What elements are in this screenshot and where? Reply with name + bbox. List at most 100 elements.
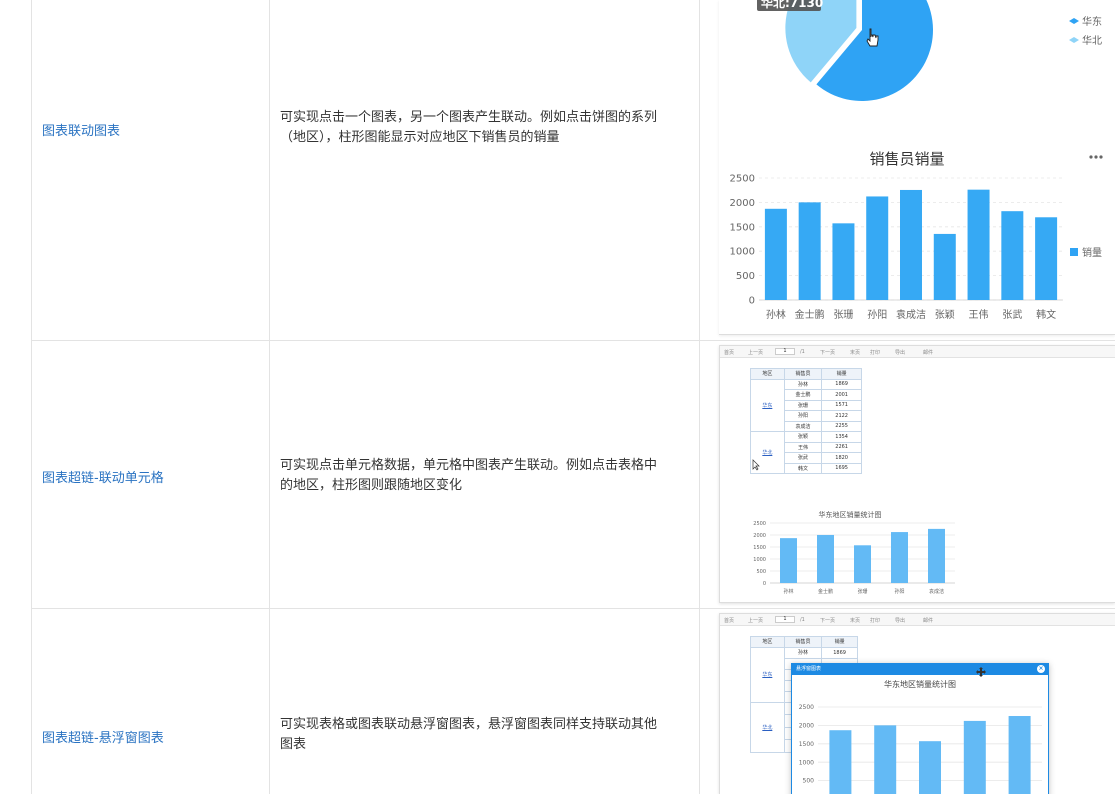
more-dots-icon[interactable] bbox=[1089, 155, 1103, 159]
move-cursor-icon bbox=[976, 667, 986, 677]
mini-chart-title: 华东地区销量统计图 bbox=[819, 510, 882, 519]
row-link-cell-linkage[interactable]: 图表超链-联动单元格 bbox=[42, 467, 164, 486]
bar-张珊[interactable] bbox=[919, 741, 941, 794]
pie-legend: 华东 华北 bbox=[1069, 15, 1102, 47]
toolbar-prev[interactable]: 上一页 bbox=[748, 617, 763, 624]
bar-孙阳[interactable] bbox=[891, 532, 908, 583]
bar-张珊[interactable] bbox=[854, 545, 871, 583]
y-tick-label: 1500 bbox=[799, 741, 814, 748]
desc-line: 可实现表格或图表联动悬浮窗图表，悬浮窗图表同样支持联动其他 bbox=[280, 717, 658, 732]
bar-孙阳[interactable] bbox=[866, 196, 889, 300]
row-link-popup-chart[interactable]: 图表超链-悬浮窗图表 bbox=[42, 727, 164, 746]
y-tick-label: 2500 bbox=[799, 704, 814, 711]
toolbar-print[interactable]: 打印 bbox=[870, 617, 880, 624]
y-tick-label: 500 bbox=[736, 271, 755, 282]
bar-孙林[interactable] bbox=[829, 730, 852, 794]
x-tick-label: 孙林 bbox=[783, 588, 793, 595]
row-divider-1 bbox=[31, 340, 1115, 341]
legend-label-east[interactable]: 华东 bbox=[1082, 15, 1102, 28]
desc-line: 的地区，柱形图则跟随地区变化 bbox=[280, 478, 463, 493]
toolbar-next[interactable]: 下一页 bbox=[820, 617, 835, 624]
toolbar-first[interactable]: 首页 bbox=[724, 617, 734, 624]
legend-label-north[interactable]: 华北 bbox=[1082, 34, 1102, 47]
bar-孙林[interactable] bbox=[780, 538, 797, 583]
table-cell: 1869 bbox=[821, 646, 858, 659]
bar-袁成洁[interactable] bbox=[1008, 716, 1031, 794]
x-tick-label: 张颖 bbox=[935, 308, 955, 321]
row-desc-cell-linkage: 可实现点击单元格数据，单元格中图表产生联动。例如点击表格中 的地区，柱形图则跟随… bbox=[280, 456, 690, 496]
x-tick-label: 韩文 bbox=[1036, 308, 1056, 321]
row-divider-2 bbox=[31, 608, 1115, 609]
row-desc-popup-chart: 可实现表格或图表联动悬浮窗图表，悬浮窗图表同样支持联动其他 图表 bbox=[280, 715, 690, 755]
preview-popup-chart: 首页 上一页 1 /1 下一页 末页 打印 导出 邮件 地区 销售员 销量 华东… bbox=[719, 613, 1115, 794]
y-tick-label: 0 bbox=[763, 581, 766, 587]
preview-chart-linkage: 华北:7130 华东 华北 销售员销量 0 500 1000 1500 2000 2500… bbox=[719, 0, 1115, 335]
table-border-col2 bbox=[269, 0, 270, 794]
preview-cell-linkage: 首页 上一页 1 /1 下一页 末页 打印 导出 邮件 地区 销售员 销量 华东… bbox=[719, 345, 1115, 603]
toolbar-last[interactable]: 末页 bbox=[850, 617, 860, 624]
popup-bar-chart: 华东地区销量统计图 05001000150020002500孙林金士鹏张珊孙阳袁… bbox=[799, 679, 1042, 794]
table-border-left bbox=[31, 0, 32, 794]
x-tick-label: 王伟 bbox=[969, 308, 989, 321]
desc-line: 可实现点击单元格数据，单元格中图表产生联动。例如点击表格中 bbox=[280, 458, 658, 473]
bar-金士鹏[interactable] bbox=[874, 725, 897, 794]
region-cell-east[interactable]: 华东 bbox=[750, 646, 785, 703]
popup-titlebar[interactable]: 悬浮窗图表 × bbox=[792, 664, 1048, 675]
row-link-chart-linkage[interactable]: 图表联动图表 bbox=[42, 120, 120, 139]
pie-tooltip: 华北:7130 bbox=[761, 0, 823, 10]
row-desc-chart-linkage: 可实现点击一个图表，另一个图表产生联动。例如点击饼图的系列 （地区），柱形图能显… bbox=[280, 108, 690, 148]
toolbar-page-input[interactable]: 1 bbox=[775, 616, 795, 623]
x-tick-label: 张珊 bbox=[857, 588, 867, 595]
col-header-region: 地区 bbox=[750, 636, 785, 648]
bar-孙林[interactable] bbox=[764, 208, 787, 300]
report-toolbar: 首页 上一页 1 /1 下一页 末页 打印 导出 邮件 bbox=[720, 614, 1115, 626]
region-link-east[interactable]: 华东 bbox=[762, 672, 772, 678]
bar-张武[interactable] bbox=[1001, 211, 1024, 300]
desc-line: 图表 bbox=[280, 737, 307, 752]
x-tick-label: 袁成洁 bbox=[929, 588, 944, 595]
bar-袁成洁[interactable] bbox=[900, 189, 922, 300]
y-tick-label: 1000 bbox=[799, 759, 814, 766]
x-tick-label: 孙阳 bbox=[894, 588, 904, 595]
bar-孙阳[interactable] bbox=[963, 720, 986, 794]
bar-chart-title: 销售员销量 bbox=[869, 150, 944, 168]
popup-chart-title: 华东地区销量统计图 bbox=[884, 679, 956, 689]
bar-金士鹏[interactable] bbox=[817, 534, 834, 583]
preview-chart-linkage-svg: 华北:7130 华东 华北 销售员销量 0 500 1000 1500 2000 2500… bbox=[730, 0, 1103, 321]
table-cell: 孙林 bbox=[783, 646, 823, 659]
toolbar-mail[interactable]: 邮件 bbox=[923, 617, 933, 624]
cell-linkage-bar-chart: 华东地区销量统计图 0 500 1000 1500 2000 2500 孙林 金士鹏 张珊 孙阳 袁… bbox=[753, 510, 955, 595]
y-tick-label: 1000 bbox=[730, 247, 755, 258]
col-header-salesperson: 销售员 bbox=[783, 636, 823, 648]
toolbar-total: /1 bbox=[800, 617, 805, 623]
bar-金士鹏[interactable] bbox=[798, 202, 821, 300]
bar-张珊[interactable] bbox=[832, 223, 855, 300]
y-tick-label: 500 bbox=[756, 569, 766, 575]
popup-window[interactable]: 悬浮窗图表 × 华东地区销量统计图 05001000150020002500孙林… bbox=[791, 663, 1049, 794]
bar-legend-label[interactable]: 销量 bbox=[1082, 246, 1102, 259]
y-tick-label: 2500 bbox=[753, 521, 766, 527]
toolbar-export[interactable]: 导出 bbox=[895, 617, 905, 624]
x-tick-label: 张珊 bbox=[833, 309, 853, 321]
bar-韩文[interactable] bbox=[1035, 217, 1058, 300]
x-tick-label: 袁成洁 bbox=[896, 308, 926, 321]
legend-marker-north bbox=[1069, 37, 1079, 43]
y-tick-label: 1500 bbox=[753, 545, 766, 551]
bar-张颖[interactable] bbox=[933, 233, 956, 300]
desc-line: 可实现点击一个图表，另一个图表产生联动。例如点击饼图的系列 bbox=[280, 110, 658, 125]
y-tick-label: 0 bbox=[749, 296, 755, 307]
bar-袁成洁[interactable] bbox=[928, 528, 945, 583]
desc-line: （地区），柱形图能显示对应地区下销售员的销量 bbox=[280, 130, 560, 145]
y-tick-label: 2000 bbox=[753, 533, 766, 539]
region-link-north[interactable]: 华北 bbox=[762, 725, 772, 731]
close-icon[interactable]: × bbox=[1037, 665, 1045, 673]
y-tick-label: 1000 bbox=[753, 557, 766, 563]
region-cell-north[interactable]: 华北 bbox=[750, 701, 785, 753]
legend-marker-east bbox=[1069, 18, 1079, 24]
x-tick-label: 张武 bbox=[1002, 308, 1022, 321]
col-header-sales: 销量 bbox=[821, 636, 858, 648]
x-tick-label: 金士鹏 bbox=[795, 308, 825, 321]
y-tick-label: 2000 bbox=[799, 723, 814, 730]
y-tick-label: 500 bbox=[803, 778, 815, 785]
bar-王伟[interactable] bbox=[967, 189, 990, 300]
